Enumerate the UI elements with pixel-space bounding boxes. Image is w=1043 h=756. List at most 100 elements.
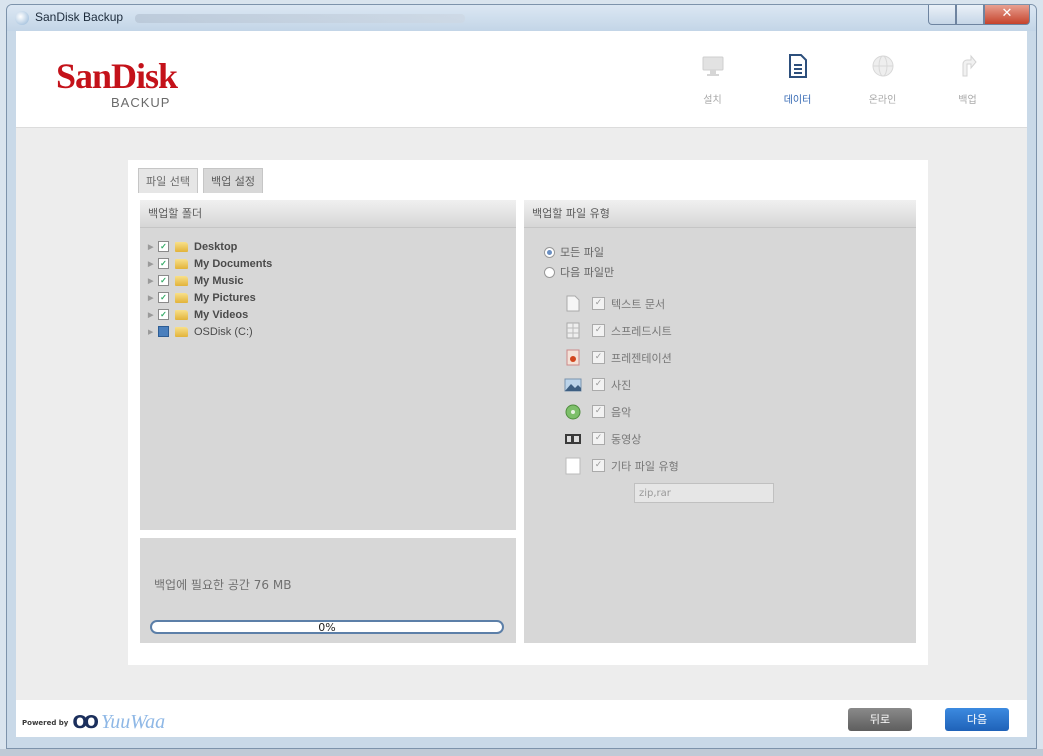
music-icon (564, 403, 582, 421)
type-label: 텍스트 문서 (611, 297, 666, 311)
type-checkbox[interactable]: ✓ (592, 297, 605, 310)
maximize-button[interactable] (956, 5, 984, 25)
header: SanDisk BACKUP 설치 데이터 온라인 백업 (16, 31, 1027, 128)
main-area: 파일 선택 백업 설정 백업할 폴더 ▶ ✓ Desktop ▶ ✓ My Do… (16, 128, 1027, 700)
logo-subtitle: BACKUP (111, 95, 171, 110)
expand-arrow-icon[interactable]: ▶ (148, 260, 158, 268)
footer: Powered by OO YuuWaa 뒤로 다음 (16, 700, 1027, 737)
expand-arrow-icon[interactable]: ▶ (148, 243, 158, 251)
radio-label: 다음 파일만 (560, 266, 615, 279)
type-row-photo[interactable]: ✓ 사진 (564, 371, 916, 398)
type-row-text[interactable]: ✓ 텍스트 문서 (564, 290, 916, 317)
app-icon (15, 11, 29, 25)
folder-label: My Music (194, 274, 244, 287)
step-install[interactable]: 설치 (670, 51, 755, 106)
folder-row-desktop[interactable]: ▶ ✓ Desktop (148, 238, 516, 255)
window-controls: ✕ (928, 5, 1030, 25)
close-button[interactable]: ✕ (984, 5, 1030, 25)
powered-by-logo: Powered by OO YuuWaa (22, 711, 165, 734)
folder-label: My Documents (194, 257, 273, 270)
photo-icon (564, 376, 582, 394)
radio-all-files[interactable]: 모든 파일 (544, 242, 916, 262)
folder-icon (175, 309, 188, 320)
step-data[interactable]: 데이터 (755, 51, 840, 106)
powered-by-text: Powered by (22, 718, 69, 727)
type-checkbox[interactable]: ✓ (592, 459, 605, 472)
type-row-video[interactable]: ✓ 동영상 (564, 425, 916, 452)
folder-panel-heading: 백업할 폴더 (140, 200, 516, 228)
backup-progress-bar: 0% (150, 620, 504, 634)
folder-checkbox[interactable] (158, 326, 169, 337)
type-label: 프레젠테이션 (611, 351, 672, 365)
tab-file-select[interactable]: 파일 선택 (138, 168, 198, 193)
tab-backup-settings[interactable]: 백업 설정 (202, 168, 263, 193)
type-label: 스프레드시트 (611, 324, 672, 338)
folder-checkbox[interactable]: ✓ (158, 292, 169, 303)
other-extensions-input[interactable]: zip,rar (634, 483, 774, 503)
folder-panel: 백업할 폴더 ▶ ✓ Desktop ▶ ✓ My Documents ▶ ✓ … (140, 200, 516, 530)
type-checkbox[interactable]: ✓ (592, 351, 605, 364)
type-row-spreadsheet[interactable]: ✓ 스프레드시트 (564, 317, 916, 344)
monitor-icon (698, 51, 728, 81)
folder-row-my-videos[interactable]: ▶ ✓ My Videos (148, 306, 516, 323)
expand-arrow-icon[interactable]: ▶ (148, 294, 158, 302)
video-icon (564, 430, 582, 448)
radio-button[interactable] (544, 266, 555, 278)
tab-bar: 파일 선택 백업 설정 (138, 168, 268, 193)
folder-icon (175, 292, 188, 303)
arrow-icon (953, 51, 983, 81)
folder-row-osdisk[interactable]: ▶ OSDisk (C:) (148, 323, 516, 340)
text-doc-icon (564, 295, 582, 313)
minimize-button[interactable] (928, 5, 956, 25)
type-row-music[interactable]: ✓ 음악 (564, 398, 916, 425)
spreadsheet-icon (564, 322, 582, 340)
folder-icon (175, 275, 188, 286)
type-checkbox[interactable]: ✓ (592, 324, 605, 337)
type-row-presentation[interactable]: ✓ 프레젠테이션 (564, 344, 916, 371)
step-backup[interactable]: 백업 (925, 51, 1010, 106)
type-label: 사진 (611, 378, 632, 392)
globe-icon (868, 51, 898, 81)
radio-selected-files[interactable]: 다음 파일만 (544, 262, 916, 282)
close-icon: ✕ (1001, 6, 1013, 21)
wizard-steps: 설치 데이터 온라인 백업 (670, 51, 1010, 106)
folder-row-my-documents[interactable]: ▶ ✓ My Documents (148, 255, 516, 272)
folder-icon (175, 326, 188, 337)
folder-label: Desktop (194, 240, 238, 253)
folder-checkbox[interactable]: ✓ (158, 258, 169, 269)
space-panel: 백업에 필요한 공간 76 MB 0% (140, 538, 516, 643)
folder-row-my-pictures[interactable]: ▶ ✓ My Pictures (148, 289, 516, 306)
step-online[interactable]: 온라인 (840, 51, 925, 106)
type-checkbox[interactable]: ✓ (592, 432, 605, 445)
type-label: 기타 파일 유형 (611, 459, 679, 473)
title-bar[interactable]: SanDisk Backup ✕ (7, 5, 1036, 31)
folder-checkbox[interactable]: ✓ (158, 275, 169, 286)
required-space-text: 백업에 필요한 공간 76 MB (154, 578, 292, 592)
folder-checkbox[interactable]: ✓ (158, 241, 169, 252)
file-type-panel: 백업할 파일 유형 모든 파일 다음 파일만 ✓ 텍스트 문서 ✓ 스프레드시트… (524, 200, 916, 643)
folder-tree: ▶ ✓ Desktop ▶ ✓ My Documents ▶ ✓ My Musi… (140, 228, 516, 340)
type-checkbox[interactable]: ✓ (592, 378, 605, 391)
type-row-other[interactable]: ✓ 기타 파일 유형 (564, 452, 916, 479)
document-icon (783, 51, 813, 81)
infinity-logo-icon: OO (72, 712, 99, 733)
other-file-icon (564, 457, 582, 475)
next-button[interactable]: 다음 (945, 708, 1009, 731)
step-label: 데이터 (783, 95, 812, 106)
expand-arrow-icon[interactable]: ▶ (148, 277, 158, 285)
app-content: SanDisk BACKUP 설치 데이터 온라인 백업 파일 선택 백업 설정… (16, 31, 1027, 737)
folder-label: My Videos (194, 308, 249, 321)
type-checkbox[interactable]: ✓ (592, 405, 605, 418)
folder-checkbox[interactable]: ✓ (158, 309, 169, 320)
step-label: 온라인 (868, 95, 897, 106)
app-window: SanDisk Backup ✕ SanDisk BACKUP 설치 데이터 온… (6, 4, 1037, 749)
folder-row-my-music[interactable]: ▶ ✓ My Music (148, 272, 516, 289)
folder-icon (175, 241, 188, 252)
expand-arrow-icon[interactable]: ▶ (148, 311, 158, 319)
sandisk-logo: SanDisk (56, 56, 178, 96)
expand-arrow-icon[interactable]: ▶ (148, 328, 158, 336)
step-label: 백업 (958, 95, 977, 106)
back-button[interactable]: 뒤로 (848, 708, 912, 731)
radio-button[interactable] (544, 246, 555, 258)
window-title: SanDisk Backup (35, 10, 124, 24)
